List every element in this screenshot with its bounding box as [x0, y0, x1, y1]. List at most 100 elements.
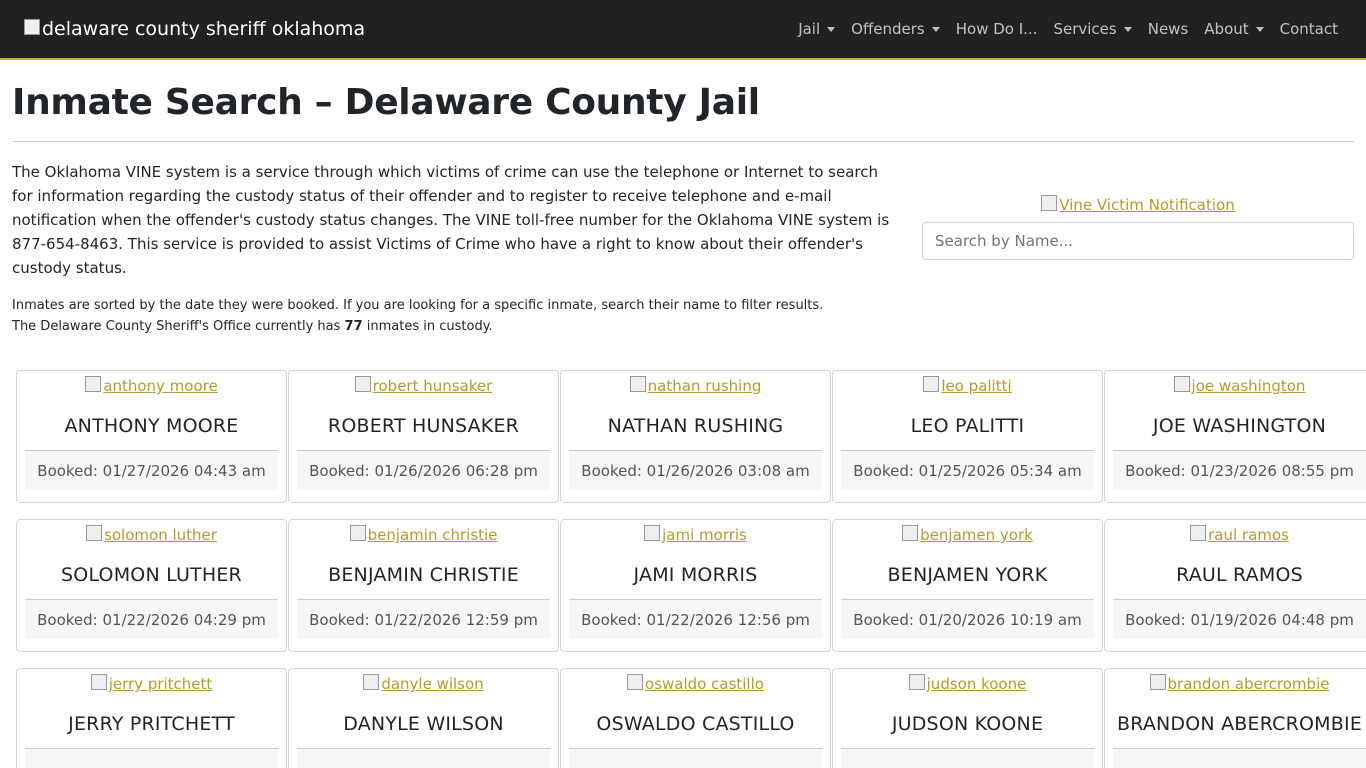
broken-image-icon [1149, 674, 1166, 690]
inmate-photo-alt-text: jerry pritchett [108, 675, 213, 693]
inmate-photo-alt-text: brandon abercrombie [1167, 675, 1330, 693]
caret-down-icon [827, 26, 836, 32]
booking-date [569, 748, 822, 768]
inmate-photo-link[interactable]: robert hunsaker [354, 375, 493, 397]
intro-text-column: The Oklahoma VINE system is a service th… [12, 160, 902, 337]
inmate-card[interactable]: benjamen york BENJAMEN YORK Booked: 01/20/… [832, 519, 1103, 652]
broken-image-icon [349, 525, 366, 541]
nav-how-do-i[interactable]: How Do I... [956, 20, 1038, 38]
inmate-card[interactable]: jerry pritchett JERRY PRITCHETT [16, 668, 287, 768]
booking-date: Booked: 01/19/2026 04:48 pm [1113, 599, 1366, 639]
inmate-photo-link[interactable]: solomon luther [86, 524, 217, 546]
inmate-photo-alt-text: leo palitti [941, 377, 1012, 395]
inmate-card[interactable]: raul ramos RAUL RAMOS Booked: 01/19/2026 0… [1104, 519, 1366, 652]
inmate-card[interactable]: judson koone JUDSON KOONE [832, 668, 1103, 768]
broken-image-icon [1041, 195, 1058, 211]
broken-image-icon [354, 376, 371, 392]
nav-jail[interactable]: Jail [798, 20, 836, 38]
booking-date: Booked: 01/27/2026 04:43 am [25, 450, 278, 490]
inmate-photo-alt-text: joe washington [1191, 377, 1306, 395]
inmate-photo-link[interactable]: nathan rushing [629, 375, 761, 397]
vine-link-alt-text: Vine Victim Notification [1059, 196, 1235, 214]
page-title: Inmate Search – Delaware County Jail [12, 82, 760, 123]
inmate-card[interactable]: anthony moore ANTHONY MOORE Booked: 01/27/… [16, 370, 287, 503]
inmate-card[interactable]: solomon luther SOLOMON LUTHER Booked: 01/2… [16, 519, 287, 652]
inmate-card[interactable]: leo palitti LEO PALITTI Booked: 01/25/2026… [832, 370, 1103, 503]
caret-down-icon [1255, 26, 1264, 32]
inmate-photo-link[interactable]: jerry pritchett [90, 673, 213, 695]
inmate-photo-link[interactable]: danyle wilson [363, 673, 484, 695]
booking-date: Booked: 01/26/2026 06:28 pm [297, 450, 550, 490]
nav-news[interactable]: News [1148, 20, 1189, 38]
nav-how-do-i-label: How Do I... [955, 20, 1038, 38]
broken-image-icon [908, 674, 925, 690]
inmate-card[interactable]: robert hunsaker ROBERT HUNSAKER Booked: 01… [288, 370, 559, 503]
inmate-photo-link[interactable]: jami morris [644, 524, 747, 546]
caret-down-icon [1123, 26, 1132, 32]
navbar: delaware county sheriff oklahoma Jail Of… [0, 0, 1366, 60]
inmate-card[interactable]: brandon abercrombie BRANDON ABERCROMBIE [1104, 668, 1366, 768]
vine-notification-link[interactable]: Vine Victim Notification [1041, 195, 1235, 214]
broken-image-icon [629, 376, 646, 392]
search-column: Vine Victim Notification [922, 160, 1354, 337]
inmate-photo-link[interactable]: raul ramos [1190, 524, 1289, 546]
inmate-card[interactable]: joe washington JOE WASHINGTON Booked: 01/2… [1104, 370, 1366, 503]
inmate-photo-alt-text: solomon luther [104, 526, 217, 544]
search-by-name-input[interactable] [922, 222, 1354, 260]
inmate-photo-alt-text: benjamin christie [367, 526, 498, 544]
broken-image-icon [627, 674, 644, 690]
nav-contact-label: Contact [1279, 20, 1338, 38]
site-logo[interactable]: delaware county sheriff oklahoma [24, 18, 365, 40]
site-logo-alt-text: delaware county sheriff oklahoma [42, 18, 366, 40]
inmate-count: 77 [344, 319, 363, 334]
booking-date [1113, 748, 1366, 768]
broken-image-icon [24, 19, 40, 35]
sort-note: Inmates are sorted by the date they were… [12, 298, 824, 313]
inmate-info: Inmates are sorted by the date they were… [12, 295, 902, 337]
booking-date: Booked: 01/25/2026 05:34 am [841, 450, 1094, 490]
broken-image-icon [90, 674, 107, 690]
nav-about[interactable]: About [1204, 20, 1264, 38]
count-prefix: The Delaware County Sheriff's Office cur… [12, 319, 341, 334]
inmate-photo-link[interactable]: judson koone [908, 673, 1026, 695]
inmate-photo-alt-text: raul ramos [1208, 526, 1289, 544]
nav-about-label: About [1204, 20, 1249, 38]
broken-image-icon [85, 376, 102, 392]
booking-date [25, 748, 278, 768]
inmate-photo-link[interactable]: anthony moore [85, 375, 218, 397]
inmate-card[interactable]: oswaldo castillo OSWALDO CASTILLO [560, 668, 831, 768]
inmate-photo-link[interactable]: brandon abercrombie [1149, 673, 1330, 695]
booking-date: Booked: 01/26/2026 03:08 am [569, 450, 822, 490]
divider [12, 141, 1354, 142]
booking-date: Booked: 01/23/2026 08:55 pm [1113, 450, 1366, 490]
inmate-photo-link[interactable]: joe washington [1173, 375, 1306, 397]
booking-date: Booked: 01/22/2026 12:59 pm [297, 599, 550, 639]
nav-news-label: News [1147, 20, 1189, 38]
inmate-card[interactable]: benjamin christie BENJAMIN CHRISTIE Booked… [288, 519, 559, 652]
inmate-card[interactable]: nathan rushing NATHAN RUSHING Booked: 01/2… [560, 370, 831, 503]
inmate-photo-alt-text: robert hunsaker [372, 377, 493, 395]
inmate-grid: anthony moore ANTHONY MOORE Booked: 01/27/… [12, 370, 1366, 768]
nav-offenders[interactable]: Offenders [851, 20, 940, 38]
nav-services-label: Services [1053, 20, 1117, 38]
nav-services[interactable]: Services [1053, 20, 1132, 38]
broken-image-icon [86, 525, 103, 541]
inmate-photo-alt-text: oswaldo castillo [645, 675, 764, 693]
inmate-photo-link[interactable]: benjamen york [902, 524, 1033, 546]
inmate-photo-link[interactable]: oswaldo castillo [627, 673, 764, 695]
broken-image-icon [923, 376, 940, 392]
inmate-photo-link[interactable]: leo palitti [923, 375, 1012, 397]
caret-down-icon [931, 26, 940, 32]
inmate-photo-alt-text: jami morris [662, 526, 747, 544]
inmate-card[interactable]: jami morris JAMI MORRIS Booked: 01/22/2026… [560, 519, 831, 652]
nav-contact[interactable]: Contact [1280, 20, 1338, 38]
nav-jail-label: Jail [798, 20, 821, 38]
broken-image-icon [1173, 376, 1190, 392]
inmate-card[interactable]: danyle wilson DANYLE WILSON [288, 668, 559, 768]
booking-date [841, 748, 1094, 768]
booking-date: Booked: 01/20/2026 10:19 am [841, 599, 1094, 639]
broken-image-icon [902, 525, 919, 541]
inmate-photo-link[interactable]: benjamin christie [349, 524, 498, 546]
booking-date: Booked: 01/22/2026 12:56 pm [569, 599, 822, 639]
inmate-photo-alt-text: benjamen york [920, 526, 1033, 544]
